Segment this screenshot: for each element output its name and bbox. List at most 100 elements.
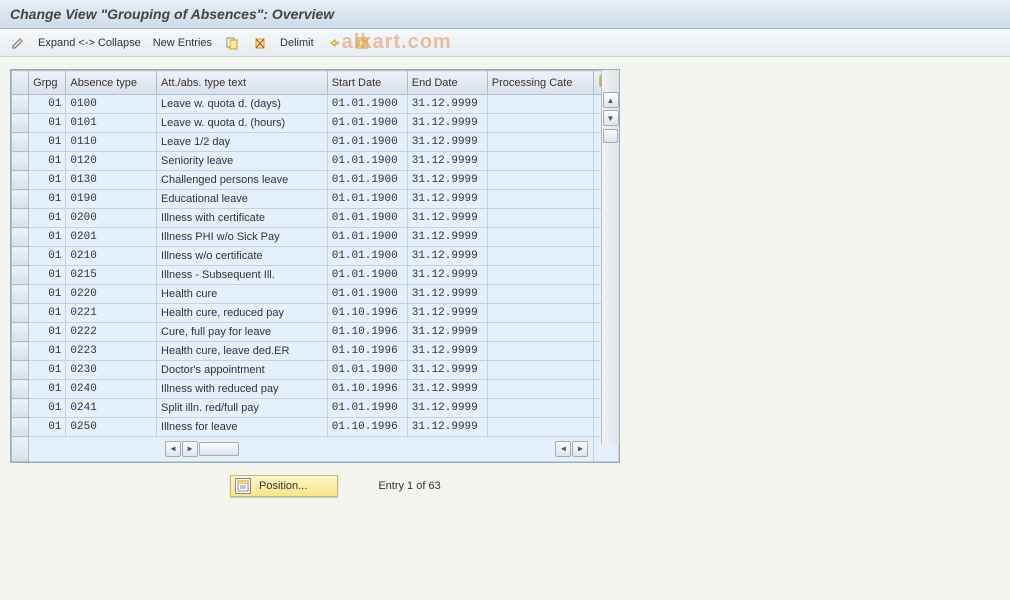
- cell-end[interactable]: 31.12.9999: [407, 228, 487, 247]
- row-selector[interactable]: [12, 152, 29, 171]
- cell-abstype[interactable]: 0190: [66, 190, 157, 209]
- cell-start[interactable]: 01.01.1900: [327, 247, 407, 266]
- cell-end[interactable]: 31.12.9999: [407, 114, 487, 133]
- cell-proc[interactable]: [487, 209, 594, 228]
- table-row[interactable]: 010230Doctor's appointment01.01.190031.1…: [12, 361, 619, 380]
- cell-text[interactable]: Illness with reduced pay: [157, 380, 328, 399]
- cell-text[interactable]: Leave w. quota d. (hours): [157, 114, 328, 133]
- cell-proc[interactable]: [487, 152, 594, 171]
- cell-abstype[interactable]: 0101: [66, 114, 157, 133]
- cell-text[interactable]: Challenged persons leave: [157, 171, 328, 190]
- cell-text[interactable]: Illness with certificate: [157, 209, 328, 228]
- cell-abstype[interactable]: 0215: [66, 266, 157, 285]
- cell-end[interactable]: 31.12.9999: [407, 342, 487, 361]
- cell-grpg[interactable]: 01: [29, 266, 66, 285]
- cell-proc[interactable]: [487, 342, 594, 361]
- cell-proc[interactable]: [487, 323, 594, 342]
- row-selector[interactable]: [12, 133, 29, 152]
- cell-grpg[interactable]: 01: [29, 114, 66, 133]
- cell-grpg[interactable]: 01: [29, 361, 66, 380]
- cell-end[interactable]: 31.12.9999: [407, 380, 487, 399]
- table-row[interactable]: 010240Illness with reduced pay01.10.1996…: [12, 380, 619, 399]
- cell-grpg[interactable]: 01: [29, 342, 66, 361]
- table-row[interactable]: 010100Leave w. quota d. (days)01.01.1900…: [12, 95, 619, 114]
- col-header-grpg[interactable]: Grpg: [29, 71, 66, 95]
- hscroll-right-button[interactable]: ▶: [182, 441, 198, 457]
- cell-proc[interactable]: [487, 95, 594, 114]
- cell-abstype[interactable]: 0240: [66, 380, 157, 399]
- cell-proc[interactable]: [487, 399, 594, 418]
- cell-abstype[interactable]: 0221: [66, 304, 157, 323]
- cell-text[interactable]: Doctor's appointment: [157, 361, 328, 380]
- cell-abstype[interactable]: 0130: [66, 171, 157, 190]
- cell-grpg[interactable]: 01: [29, 95, 66, 114]
- cell-start[interactable]: 01.01.1900: [327, 171, 407, 190]
- cell-abstype[interactable]: 0110: [66, 133, 157, 152]
- cell-text[interactable]: Illness for leave: [157, 418, 328, 437]
- cell-end[interactable]: 31.12.9999: [407, 133, 487, 152]
- vscroll[interactable]: ▲ ▼: [601, 70, 619, 444]
- row-selector[interactable]: [12, 266, 29, 285]
- cell-end[interactable]: 31.12.9999: [407, 266, 487, 285]
- col-header-proc[interactable]: Processing Cate: [487, 71, 594, 95]
- cell-start[interactable]: 01.01.1900: [327, 152, 407, 171]
- row-selector[interactable]: [12, 209, 29, 228]
- cell-text[interactable]: Leave 1/2 day: [157, 133, 328, 152]
- cell-text[interactable]: Seniority leave: [157, 152, 328, 171]
- cell-end[interactable]: 31.12.9999: [407, 152, 487, 171]
- cell-start[interactable]: 01.01.1900: [327, 285, 407, 304]
- cell-text[interactable]: Illness w/o certificate: [157, 247, 328, 266]
- cell-end[interactable]: 31.12.9999: [407, 418, 487, 437]
- col-header-text[interactable]: Att./abs. type text: [157, 71, 328, 95]
- toggle-button[interactable]: [10, 35, 26, 51]
- cell-end[interactable]: 31.12.9999: [407, 171, 487, 190]
- row-selector[interactable]: [12, 418, 29, 437]
- cell-proc[interactable]: [487, 380, 594, 399]
- cell-text[interactable]: Leave w. quota d. (days): [157, 95, 328, 114]
- cell-proc[interactable]: [487, 418, 594, 437]
- cell-start[interactable]: 01.10.1996: [327, 304, 407, 323]
- row-selector[interactable]: [12, 342, 29, 361]
- cell-start[interactable]: 01.01.1900: [327, 209, 407, 228]
- cell-proc[interactable]: [487, 361, 594, 380]
- vscroll-down-button[interactable]: ▼: [603, 110, 619, 126]
- table-row[interactable]: 010210Illness w/o certificate01.01.19003…: [12, 247, 619, 266]
- row-selector[interactable]: [12, 190, 29, 209]
- row-selector[interactable]: [12, 380, 29, 399]
- row-selector[interactable]: [12, 228, 29, 247]
- cell-start[interactable]: 01.01.1900: [327, 190, 407, 209]
- table-row[interactable]: 010190Educational leave01.01.190031.12.9…: [12, 190, 619, 209]
- col-header-abstype[interactable]: Absence type: [66, 71, 157, 95]
- cell-grpg[interactable]: 01: [29, 133, 66, 152]
- cell-grpg[interactable]: 01: [29, 380, 66, 399]
- cell-grpg[interactable]: 01: [29, 171, 66, 190]
- cell-start[interactable]: 01.01.1900: [327, 228, 407, 247]
- hscroll-left2-button[interactable]: ◀: [555, 441, 571, 457]
- cell-abstype[interactable]: 0223: [66, 342, 157, 361]
- undo-button[interactable]: [326, 35, 342, 51]
- cell-abstype[interactable]: 0230: [66, 361, 157, 380]
- table-row[interactable]: 010101Leave w. quota d. (hours)01.01.190…: [12, 114, 619, 133]
- cell-end[interactable]: 31.12.9999: [407, 323, 487, 342]
- cell-end[interactable]: 31.12.9999: [407, 361, 487, 380]
- table-row[interactable]: 010241Split illn. red/full pay01.01.1990…: [12, 399, 619, 418]
- row-selector[interactable]: [12, 323, 29, 342]
- row-selector[interactable]: [12, 285, 29, 304]
- vscroll-up-button[interactable]: ▲: [603, 92, 619, 108]
- col-header-start[interactable]: Start Date: [327, 71, 407, 95]
- cell-abstype[interactable]: 0241: [66, 399, 157, 418]
- hscroll-thumb[interactable]: [199, 442, 239, 456]
- delete-button[interactable]: [252, 35, 268, 51]
- select-all-header[interactable]: [12, 71, 29, 95]
- cell-proc[interactable]: [487, 228, 594, 247]
- table-row[interactable]: 010215Illness - Subsequent Ill.01.01.190…: [12, 266, 619, 285]
- hscroll-track[interactable]: ◀ ▶ ◀ ▶: [33, 440, 589, 458]
- position-button[interactable]: Position...: [230, 475, 338, 497]
- select-all-button[interactable]: [354, 35, 370, 51]
- cell-start[interactable]: 01.10.1996: [327, 323, 407, 342]
- cell-start[interactable]: 01.10.1996: [327, 342, 407, 361]
- cell-start[interactable]: 01.01.1990: [327, 399, 407, 418]
- cell-end[interactable]: 31.12.9999: [407, 247, 487, 266]
- cell-end[interactable]: 31.12.9999: [407, 190, 487, 209]
- table-row[interactable]: 010130Challenged persons leave01.01.1900…: [12, 171, 619, 190]
